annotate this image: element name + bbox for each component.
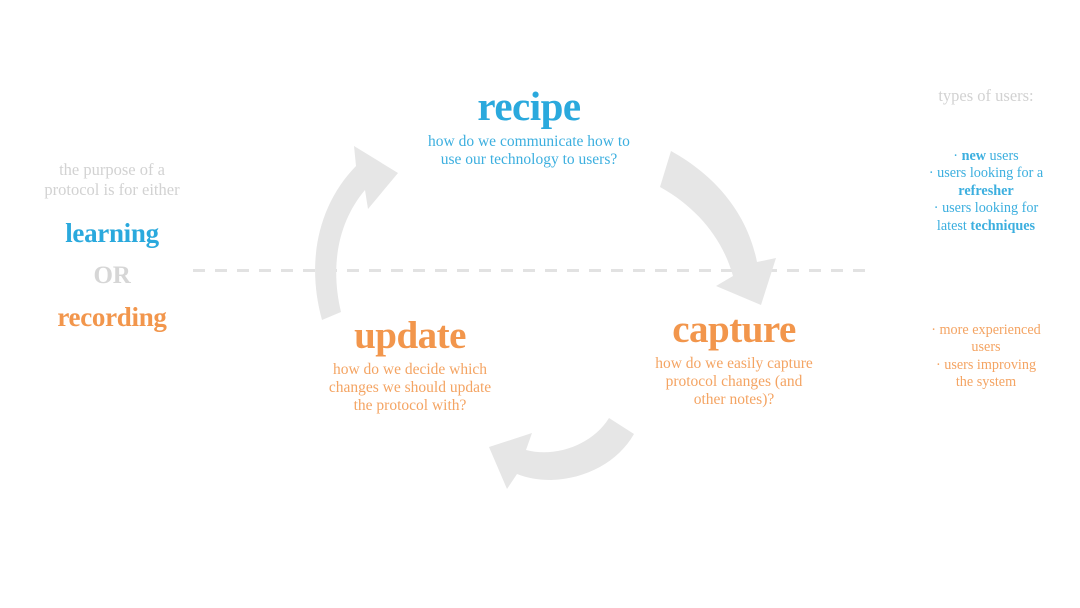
users-list-text: more experienced <box>939 322 1041 338</box>
cycle-node-recipe-title: recipe <box>477 83 581 129</box>
recording-users-list: · more experienced users · users improving… <box>898 322 1074 392</box>
bullet-marker: · <box>953 148 962 164</box>
users-list-text: users <box>971 339 1001 356</box>
cycle-node-recipe: recipe how do we communicate how to use … <box>379 86 679 169</box>
arrow-recipe-to-capture-icon <box>660 151 776 305</box>
capture-desc-line1: how do we easily capture <box>655 355 813 372</box>
cycle-node-capture-title: capture <box>672 308 796 351</box>
arrow-capture-to-update-icon <box>489 418 634 489</box>
bullet-marker: · <box>928 165 938 182</box>
cycle-node-update-title: update <box>354 314 466 357</box>
users-list-text: users improving <box>944 356 1037 373</box>
arrow-update-to-recipe-icon <box>315 146 398 320</box>
users-list-text: users <box>986 148 1019 164</box>
purpose-option-recording: recording <box>57 302 167 332</box>
users-list-item: the system <box>898 374 1074 391</box>
cycle-node-capture: capture how do we easily capture protoco… <box>598 310 870 409</box>
users-list-item: users <box>898 339 1074 356</box>
update-desc-line3: the protocol with? <box>353 397 467 414</box>
purpose-option-learning: learning <box>65 218 159 248</box>
purpose-option-or: OR <box>93 262 131 289</box>
purpose-lead-line1: the purpose of a <box>59 160 165 179</box>
purpose-lead-line2: protocol is for either <box>44 179 180 199</box>
purpose-lead: the purpose of a protocol is for either <box>6 160 218 199</box>
cycle-node-recipe-description: how do we communicate how to use our tec… <box>379 127 679 169</box>
users-list-item: · new users <box>898 148 1074 165</box>
update-desc-line2: changes we should update <box>328 379 492 396</box>
bullet-marker: · <box>933 200 943 217</box>
users-list-text: users looking for a <box>937 165 1044 182</box>
users-list-text: users looking for <box>942 200 1039 217</box>
users-list-emphasis: new <box>961 148 986 164</box>
cycle-node-update: update how do we decide which changes we… <box>272 316 548 415</box>
users-list-item: · users looking for a <box>898 165 1074 182</box>
learning-users-list: · new users · users looking for a refreshe… <box>898 148 1074 235</box>
users-list-emphasis: refresher <box>958 182 1014 199</box>
diagram-canvas: the purpose of a protocol is for either … <box>0 0 1080 608</box>
types-of-users-panel: types of users: · new users · users looki… <box>898 86 1074 235</box>
users-list-item: refresher <box>898 183 1074 200</box>
horizontal-dashed-divider <box>193 269 866 272</box>
users-list-emphasis: techniques <box>970 217 1036 234</box>
capture-desc-line3: other notes)? <box>693 391 775 408</box>
recipe-desc-line2: use our technology to users? <box>440 151 618 168</box>
users-list-item: · more experienced <box>898 322 1074 339</box>
users-list-text: the system <box>955 374 1017 391</box>
bullet-marker: · <box>931 322 940 338</box>
cycle-node-capture-description: how do we easily capture protocol change… <box>598 349 870 409</box>
users-list-item: · users looking for <box>898 200 1074 217</box>
capture-desc-line2: protocol changes (and <box>665 373 803 390</box>
types-of-users-title: types of users: <box>938 86 1034 105</box>
update-desc-line1: how do we decide which <box>332 361 488 378</box>
recipe-desc-line1: how do we communicate how to <box>428 133 630 150</box>
users-list-item: · users improving <box>898 357 1074 374</box>
users-list-item: latest techniques <box>898 218 1074 235</box>
purpose-block: the purpose of a protocol is for either … <box>6 160 218 331</box>
bullet-marker: · <box>935 356 945 373</box>
cycle-node-update-description: how do we decide which changes we should… <box>272 355 548 415</box>
users-list-text: latest <box>936 217 971 234</box>
